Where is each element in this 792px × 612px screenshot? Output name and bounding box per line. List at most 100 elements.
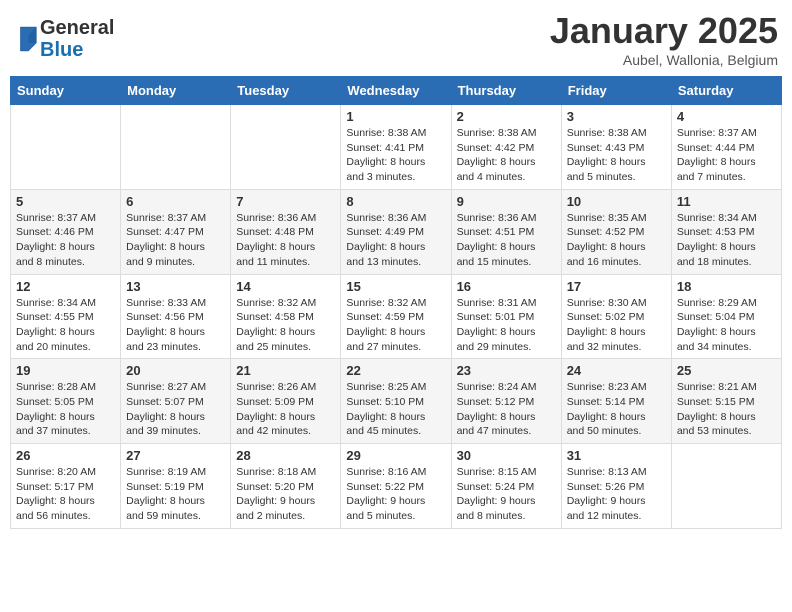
calendar-cell: 8 Sunrise: 8:36 AMSunset: 4:49 PMDaylight… [341, 189, 451, 274]
day-info: Sunrise: 8:32 AMSunset: 4:58 PMDaylight:… [236, 296, 335, 355]
day-info: Sunrise: 8:20 AMSunset: 5:17 PMDaylight:… [16, 465, 115, 524]
day-info: Sunrise: 8:25 AMSunset: 5:10 PMDaylight:… [346, 380, 445, 439]
calendar-header-monday: Monday [121, 77, 231, 105]
day-info: Sunrise: 8:37 AMSunset: 4:47 PMDaylight:… [126, 211, 225, 270]
day-info: Sunrise: 8:36 AMSunset: 4:51 PMDaylight:… [457, 211, 556, 270]
day-number: 17 [567, 279, 666, 294]
day-info: Sunrise: 8:16 AMSunset: 5:22 PMDaylight:… [346, 465, 445, 524]
day-info: Sunrise: 8:23 AMSunset: 5:14 PMDaylight:… [567, 380, 666, 439]
logo-text: General Blue [40, 17, 114, 61]
calendar-cell: 16 Sunrise: 8:31 AMSunset: 5:01 PMDayligh… [451, 274, 561, 359]
calendar-cell: 12Sunrise: 8:34 AMSunset: 4:55 PMDayligh… [11, 274, 121, 359]
logo-blue-text: Blue [40, 39, 114, 61]
day-info: Sunrise: 8:26 AMSunset: 5:09 PMDaylight:… [236, 380, 335, 439]
calendar-header-saturday: Saturday [671, 77, 781, 105]
calendar-cell: 13 Sunrise: 8:33 AMSunset: 4:56 PMDayligh… [121, 274, 231, 359]
calendar-cell: 29 Sunrise: 8:16 AMSunset: 5:22 PMDayligh… [341, 444, 451, 529]
calendar-cell [671, 444, 781, 529]
day-number: 20 [126, 363, 225, 378]
day-info: Sunrise: 8:13 AMSunset: 5:26 PMDaylight:… [567, 465, 666, 524]
day-number: 18 [677, 279, 776, 294]
day-number: 8 [346, 194, 445, 209]
calendar-week-row: 26Sunrise: 8:20 AMSunset: 5:17 PMDayligh… [11, 444, 782, 529]
calendar-cell: 21 Sunrise: 8:26 AMSunset: 5:09 PMDayligh… [231, 359, 341, 444]
calendar-header-thursday: Thursday [451, 77, 561, 105]
day-info: Sunrise: 8:38 AMSunset: 4:41 PMDaylight:… [346, 126, 445, 185]
logo-general-text: General [40, 17, 114, 39]
day-number: 19 [16, 363, 115, 378]
calendar-cell: 22 Sunrise: 8:25 AMSunset: 5:10 PMDayligh… [341, 359, 451, 444]
calendar-week-row: 5 Sunrise: 8:37 AMSunset: 4:46 PMDaylight… [11, 189, 782, 274]
calendar-cell: 9 Sunrise: 8:36 AMSunset: 4:51 PMDaylight… [451, 189, 561, 274]
day-info: Sunrise: 8:24 AMSunset: 5:12 PMDaylight:… [457, 380, 556, 439]
calendar-cell: 10 Sunrise: 8:35 AMSunset: 4:52 PMDayligh… [561, 189, 671, 274]
day-info: Sunrise: 8:34 AMSunset: 4:53 PMDaylight:… [677, 211, 776, 270]
day-number: 3 [567, 109, 666, 124]
day-number: 27 [126, 448, 225, 463]
calendar-cell: 15 Sunrise: 8:32 AMSunset: 4:59 PMDayligh… [341, 274, 451, 359]
calendar-cell: 24 Sunrise: 8:23 AMSunset: 5:14 PMDayligh… [561, 359, 671, 444]
day-info: Sunrise: 8:21 AMSunset: 5:15 PMDaylight:… [677, 380, 776, 439]
day-info: Sunrise: 8:34 AMSunset: 4:55 PMDaylight:… [16, 296, 115, 355]
day-info: Sunrise: 8:36 AMSunset: 4:49 PMDaylight:… [346, 211, 445, 270]
day-number: 9 [457, 194, 556, 209]
calendar-header-wednesday: Wednesday [341, 77, 451, 105]
calendar-cell [231, 105, 341, 190]
day-info: Sunrise: 8:31 AMSunset: 5:01 PMDaylight:… [457, 296, 556, 355]
calendar-cell: 17Sunrise: 8:30 AMSunset: 5:02 PMDayligh… [561, 274, 671, 359]
calendar-cell: 26Sunrise: 8:20 AMSunset: 5:17 PMDayligh… [11, 444, 121, 529]
logo: General Blue [14, 17, 114, 61]
calendar-cell: 30 Sunrise: 8:15 AMSunset: 5:24 PMDayligh… [451, 444, 561, 529]
calendar-header-tuesday: Tuesday [231, 77, 341, 105]
calendar-week-row: 1Sunrise: 8:38 AMSunset: 4:41 PMDaylight… [11, 105, 782, 190]
calendar-cell: 31Sunrise: 8:13 AMSunset: 5:26 PMDayligh… [561, 444, 671, 529]
day-number: 28 [236, 448, 335, 463]
calendar-cell [11, 105, 121, 190]
day-info: Sunrise: 8:32 AMSunset: 4:59 PMDaylight:… [346, 296, 445, 355]
day-number: 11 [677, 194, 776, 209]
calendar-cell: 14 Sunrise: 8:32 AMSunset: 4:58 PMDayligh… [231, 274, 341, 359]
day-number: 2 [457, 109, 556, 124]
calendar-cell: 2Sunrise: 8:38 AMSunset: 4:42 PMDaylight… [451, 105, 561, 190]
day-info: Sunrise: 8:38 AMSunset: 4:43 PMDaylight:… [567, 126, 666, 185]
day-info: Sunrise: 8:18 AMSunset: 5:20 PMDaylight:… [236, 465, 335, 524]
calendar-cell: 7Sunrise: 8:36 AMSunset: 4:48 PMDaylight… [231, 189, 341, 274]
calendar-cell: 25 Sunrise: 8:21 AMSunset: 5:15 PMDayligh… [671, 359, 781, 444]
month-title: January 2025 [550, 10, 778, 52]
day-number: 4 [677, 109, 776, 124]
calendar-cell: 6 Sunrise: 8:37 AMSunset: 4:47 PMDaylight… [121, 189, 231, 274]
day-number: 25 [677, 363, 776, 378]
day-number: 5 [16, 194, 115, 209]
calendar-header-sunday: Sunday [11, 77, 121, 105]
calendar-cell: 3 Sunrise: 8:38 AMSunset: 4:43 PMDaylight… [561, 105, 671, 190]
day-info: Sunrise: 8:28 AMSunset: 5:05 PMDaylight:… [16, 380, 115, 439]
calendar-cell: 11 Sunrise: 8:34 AMSunset: 4:53 PMDayligh… [671, 189, 781, 274]
day-info: Sunrise: 8:33 AMSunset: 4:56 PMDaylight:… [126, 296, 225, 355]
calendar-cell: 4 Sunrise: 8:37 AMSunset: 4:44 PMDaylight… [671, 105, 781, 190]
day-number: 29 [346, 448, 445, 463]
day-info: Sunrise: 8:36 AMSunset: 4:48 PMDaylight:… [236, 211, 335, 270]
calendar-cell: 23Sunrise: 8:24 AMSunset: 5:12 PMDayligh… [451, 359, 561, 444]
title-section: January 2025 Aubel, Wallonia, Belgium [550, 10, 778, 68]
day-info: Sunrise: 8:35 AMSunset: 4:52 PMDaylight:… [567, 211, 666, 270]
day-number: 24 [567, 363, 666, 378]
page-header: General Blue January 2025 Aubel, Walloni… [10, 10, 782, 68]
day-number: 14 [236, 279, 335, 294]
day-number: 16 [457, 279, 556, 294]
day-number: 13 [126, 279, 225, 294]
day-info: Sunrise: 8:15 AMSunset: 5:24 PMDaylight:… [457, 465, 556, 524]
calendar-table: SundayMondayTuesdayWednesdayThursdayFrid… [10, 76, 782, 529]
calendar-cell: 18Sunrise: 8:29 AMSunset: 5:04 PMDayligh… [671, 274, 781, 359]
day-number: 22 [346, 363, 445, 378]
day-info: Sunrise: 8:19 AMSunset: 5:19 PMDaylight:… [126, 465, 225, 524]
day-number: 15 [346, 279, 445, 294]
day-number: 30 [457, 448, 556, 463]
day-info: Sunrise: 8:27 AMSunset: 5:07 PMDaylight:… [126, 380, 225, 439]
day-number: 6 [126, 194, 225, 209]
day-number: 21 [236, 363, 335, 378]
calendar-cell: 5 Sunrise: 8:37 AMSunset: 4:46 PMDaylight… [11, 189, 121, 274]
day-number: 10 [567, 194, 666, 209]
calendar-week-row: 12Sunrise: 8:34 AMSunset: 4:55 PMDayligh… [11, 274, 782, 359]
day-info: Sunrise: 8:37 AMSunset: 4:46 PMDaylight:… [16, 211, 115, 270]
day-info: Sunrise: 8:37 AMSunset: 4:44 PMDaylight:… [677, 126, 776, 185]
